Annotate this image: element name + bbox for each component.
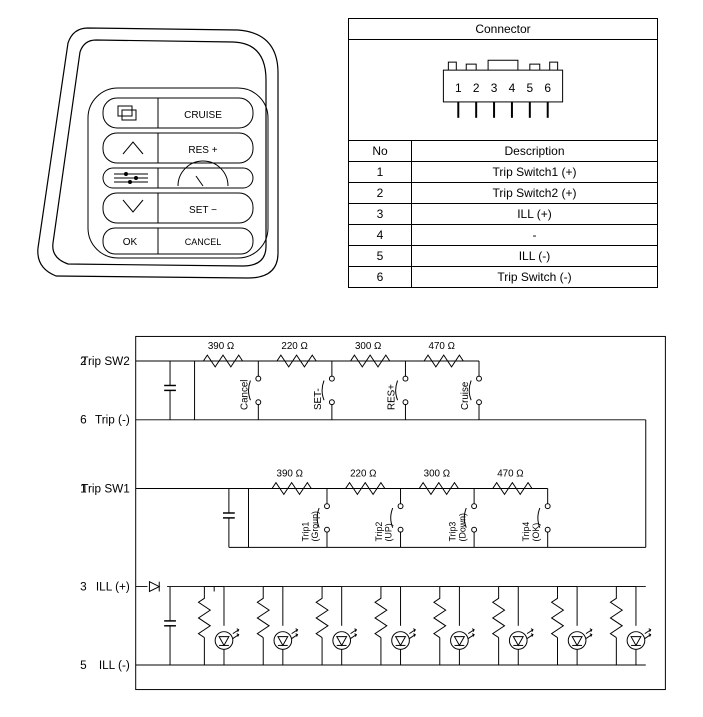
header-no: No (349, 141, 412, 162)
connector-illustration: 1 2 3 4 5 6 (349, 40, 657, 140)
pin-no: 1 (349, 162, 412, 183)
svg-text:300 Ω: 300 Ω (424, 469, 450, 480)
svg-text:Trip SW1: Trip SW1 (81, 482, 130, 495)
svg-text:Trip4: Trip4 (521, 522, 531, 542)
svg-text:Trip SW2: Trip SW2 (81, 355, 130, 368)
header-desc: Description (412, 141, 658, 162)
svg-text:Trip2: Trip2 (374, 522, 384, 542)
svg-text:Trip3: Trip3 (447, 522, 457, 542)
svg-text:Cancel: Cancel (240, 380, 251, 411)
pin-desc: - (412, 225, 658, 246)
circuit-schematic: 2 Trip SW2 390 Ω 220 Ω 300 Ω 470 Ω Cance… (18, 328, 685, 698)
svg-text:Trip (-): Trip (-) (95, 414, 130, 427)
ok-button-label: OK (123, 237, 138, 248)
pin-no: 5 (349, 246, 412, 267)
pin-desc: Trip Switch (-) (412, 267, 658, 288)
pin-desc: ILL (-) (412, 246, 658, 267)
svg-text:390 Ω: 390 Ω (208, 341, 234, 352)
svg-text:SET-: SET- (313, 388, 324, 410)
set-button-label: SET − (189, 205, 217, 216)
svg-text:220 Ω: 220 Ω (281, 341, 307, 352)
pin-desc: Trip Switch2 (+) (412, 183, 658, 204)
cancel-button-label: CANCEL (185, 237, 222, 247)
svg-text:ILL (+): ILL (+) (96, 580, 130, 593)
svg-text:470 Ω: 470 Ω (497, 469, 523, 480)
cruise-button-label: CRUISE (184, 110, 222, 121)
svg-text:220 Ω: 220 Ω (350, 469, 376, 480)
svg-text:2: 2 (473, 81, 480, 95)
svg-text:4: 4 (509, 81, 516, 95)
svg-text:3: 3 (80, 580, 87, 593)
svg-text:6: 6 (544, 81, 551, 95)
svg-text:(UP): (UP) (384, 523, 394, 541)
pin-no: 2 (349, 183, 412, 204)
svg-text:390 Ω: 390 Ω (277, 469, 303, 480)
svg-text:(OK): (OK) (531, 523, 541, 542)
svg-text:6: 6 (80, 414, 87, 427)
svg-text:3: 3 (491, 81, 498, 95)
svg-text:ILL (-): ILL (-) (99, 659, 130, 672)
svg-text:5: 5 (80, 659, 87, 672)
pin-desc: ILL (+) (412, 204, 658, 225)
connector-title: Connector (349, 19, 658, 40)
pin-no: 3 (349, 204, 412, 225)
res-button-label: RES + (188, 145, 217, 156)
pin-no: 6 (349, 267, 412, 288)
svg-text:Cruise: Cruise (460, 381, 471, 410)
svg-text:1: 1 (455, 81, 462, 95)
svg-text:RES+: RES+ (387, 384, 398, 410)
pin-desc: Trip Switch1 (+) (412, 162, 658, 183)
connector-table: Connector (348, 18, 658, 288)
svg-text:Trip1: Trip1 (300, 522, 310, 542)
svg-text:5: 5 (527, 81, 534, 95)
steering-control-illustration: CRUISE RES + SET − OK CANCEL (18, 18, 318, 298)
svg-text:(Group): (Group) (310, 511, 320, 541)
pin-no: 4 (349, 225, 412, 246)
svg-text:300 Ω: 300 Ω (355, 341, 381, 352)
svg-text:470 Ω: 470 Ω (429, 341, 455, 352)
svg-text:(Down): (Down) (457, 513, 467, 541)
